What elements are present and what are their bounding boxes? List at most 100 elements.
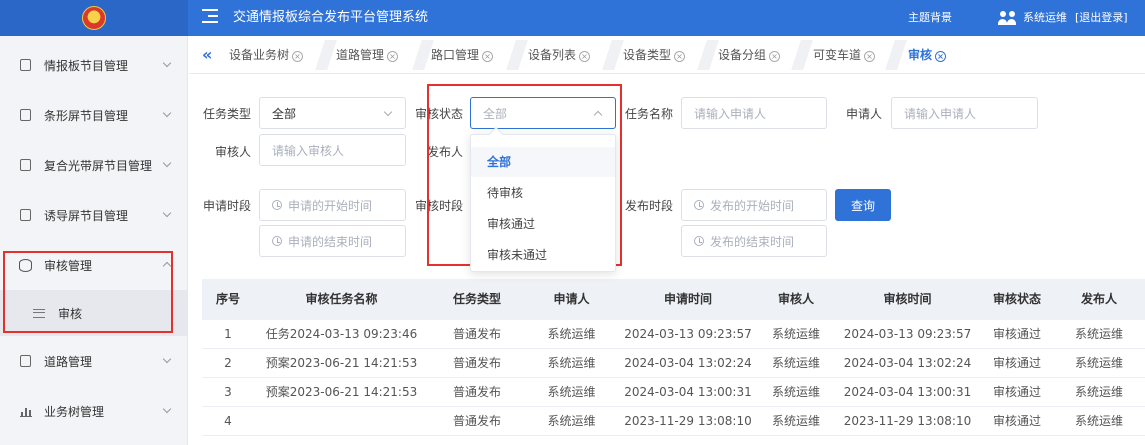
table-cell: 3 <box>224 385 232 399</box>
sidebar-item-info-board-programs[interactable]: 情报板节目管理 <box>0 40 188 90</box>
column-header: 发布人 <box>1080 292 1117 306</box>
tab-device-group[interactable]: 设备分组 × <box>718 45 781 65</box>
tab-intersection-management[interactable]: 路口管理 × <box>431 45 494 65</box>
audit-status-dropdown: 全部 待审核 审核通过 审核未通过 <box>470 126 616 272</box>
dropdown-option-all[interactable]: 全部 <box>471 147 615 177</box>
tab-device-type[interactable]: 设备类型 × <box>623 45 686 65</box>
dropdown-option-rejected[interactable]: 审核未通过 <box>471 240 615 270</box>
table-cell: 4 <box>224 414 232 428</box>
table-cell: 预案2023-06-21 14:21:53 <box>265 356 418 370</box>
table-cell: 2023-11-29 13:08:10 <box>624 414 752 428</box>
sidebar-subitem-audit[interactable]: 审核 <box>0 290 188 336</box>
table-cell <box>254 407 429 436</box>
sidebar-item-guidance-screen-programs[interactable]: 诱导屏节目管理 <box>0 190 188 240</box>
audit-status-placeholder: 全部 <box>483 106 508 121</box>
table-cell: 2024-03-04 13:02:24 <box>624 356 752 370</box>
table-cell: 任务2024-03-13 09:23:46 <box>265 327 418 341</box>
chevron-down-icon <box>383 107 393 117</box>
tab-label: 设备业务树 <box>229 48 290 62</box>
tab-label: 路口管理 <box>431 48 480 62</box>
chevron-down-icon <box>162 158 172 168</box>
query-button[interactable]: 查询 <box>835 189 891 221</box>
publish-start-time-input[interactable]: 发布的开始时间 <box>681 189 827 221</box>
clock-icon <box>694 200 704 210</box>
table-cell: 系统运维 <box>771 327 820 341</box>
user-group-icon <box>998 11 1018 25</box>
audit-status-select[interactable]: 全部 <box>470 97 616 129</box>
chevron-down-icon <box>162 404 172 414</box>
auditor-label: 审核人 <box>215 145 252 159</box>
logout-link[interactable]: [退出登录] <box>1075 0 1128 36</box>
tab-variable-lane[interactable]: 可变车道 × <box>813 45 876 65</box>
menu-toggle-icon[interactable] <box>202 9 218 27</box>
close-icon[interactable]: × <box>579 51 591 62</box>
close-icon[interactable]: × <box>769 51 781 62</box>
apply-time-label: 申请时段 <box>203 199 252 213</box>
task-name-input[interactable]: 请输入申请人 <box>681 97 827 129</box>
tab-road-management[interactable]: 道路管理 × <box>336 45 399 65</box>
chevron-up-icon <box>593 110 603 120</box>
table-row[interactable]: 1 任务2024-03-13 09:23:46 普通发布 系统运维 2024-0… <box>202 320 1145 349</box>
close-icon[interactable]: × <box>482 51 494 62</box>
police-emblem-icon <box>82 6 106 30</box>
tab-label: 道路管理 <box>336 48 385 62</box>
column-header: 序号 <box>215 292 240 306</box>
chevron-down-icon <box>162 208 172 218</box>
table-cell: 审核通过 <box>992 414 1041 428</box>
tab-label: 设备分组 <box>718 48 767 62</box>
table-cell: 系统运维 <box>1074 327 1123 341</box>
table-row[interactable]: 3 预案2023-06-21 14:21:53 普通发布 系统运维 2024-0… <box>202 378 1145 407</box>
table-cell: 普通发布 <box>452 356 501 370</box>
apply-end-time-input[interactable]: 申请的结束时间 <box>259 225 406 257</box>
tab-device-list[interactable]: 设备列表 × <box>528 45 591 65</box>
table-header: 序号 审核任务名称 任务类型 申请人 申请时间 审核人 审核时间 审核状态 发布… <box>202 279 1145 320</box>
dropdown-option-pending[interactable]: 待审核 <box>471 178 615 208</box>
column-header: 任务类型 <box>452 292 501 306</box>
applicant-input[interactable]: 请输入申请人 <box>891 97 1038 129</box>
column-header: 申请时间 <box>663 292 712 306</box>
sidebar-item-road-management[interactable]: 道路管理 <box>0 336 188 386</box>
tab-scroll-left-icon[interactable]: « <box>202 45 212 64</box>
tab-label: 设备列表 <box>528 48 577 62</box>
table-cell: 1 <box>224 327 232 341</box>
sidebar-item-business-tree[interactable]: 业务树管理 <box>0 386 188 436</box>
publish-end-time-input[interactable]: 发布的结束时间 <box>681 225 827 257</box>
table-cell: 系统运维 <box>547 356 596 370</box>
dropdown-option-approved[interactable]: 审核通过 <box>471 209 615 239</box>
sidebar: 情报板节目管理 条形屏节目管理 复合光带屏节目管理 诱导屏节目管理 审核管理 审… <box>0 36 188 445</box>
column-header: 申请人 <box>553 292 590 306</box>
task-type-select[interactable]: 全部 <box>259 97 406 129</box>
close-icon[interactable]: × <box>864 51 876 62</box>
tab-device-business-tree[interactable]: 设备业务树 × <box>229 45 304 65</box>
task-type-label: 任务类型 <box>203 107 252 121</box>
table-cell: 系统运维 <box>1074 356 1123 370</box>
theme-background-link[interactable]: 主题背景 <box>908 0 952 36</box>
close-icon[interactable]: × <box>292 51 304 62</box>
table-row[interactable]: 2 预案2023-06-21 14:21:53 普通发布 系统运维 2024-0… <box>202 349 1145 378</box>
sidebar-item-audit-management[interactable]: 审核管理 <box>0 240 188 290</box>
applicant-label: 申请人 <box>846 107 883 121</box>
column-header: 审核状态 <box>992 292 1041 306</box>
auditor-input[interactable]: 请输入审核人 <box>259 134 406 166</box>
clipboard-icon <box>20 355 31 367</box>
table-cell: 2024-03-13 09:23:57 <box>843 327 972 341</box>
table-cell: 系统运维 <box>771 385 820 399</box>
close-icon[interactable]: × <box>674 51 686 62</box>
close-icon[interactable]: × <box>935 51 947 62</box>
table-cell: 2 <box>224 356 232 370</box>
document-icon <box>20 109 31 121</box>
table-row[interactable]: 4 普通发布 系统运维 2023-11-29 13:08:10 系统运维 202… <box>202 407 1145 436</box>
tab-audit[interactable]: 审核 × <box>908 45 947 65</box>
close-icon[interactable]: × <box>387 51 399 62</box>
table-cell: 2023-11-29 13:08:10 <box>843 414 972 428</box>
publish-start-placeholder: 发布的开始时间 <box>710 198 795 213</box>
sidebar-item-bar-screen-programs[interactable]: 条形屏节目管理 <box>0 90 188 140</box>
table-cell: 预案2023-06-21 14:21:53 <box>265 385 418 399</box>
sidebar-item-label: 情报板节目管理 <box>44 58 129 73</box>
apply-end-placeholder: 申请的结束时间 <box>288 234 373 249</box>
table-cell: 普通发布 <box>452 327 501 341</box>
table-cell: 系统运维 <box>771 356 820 370</box>
tab-label: 设备类型 <box>623 48 672 62</box>
apply-start-time-input[interactable]: 申请的开始时间 <box>259 189 406 221</box>
sidebar-item-light-band-programs[interactable]: 复合光带屏节目管理 <box>0 140 188 190</box>
